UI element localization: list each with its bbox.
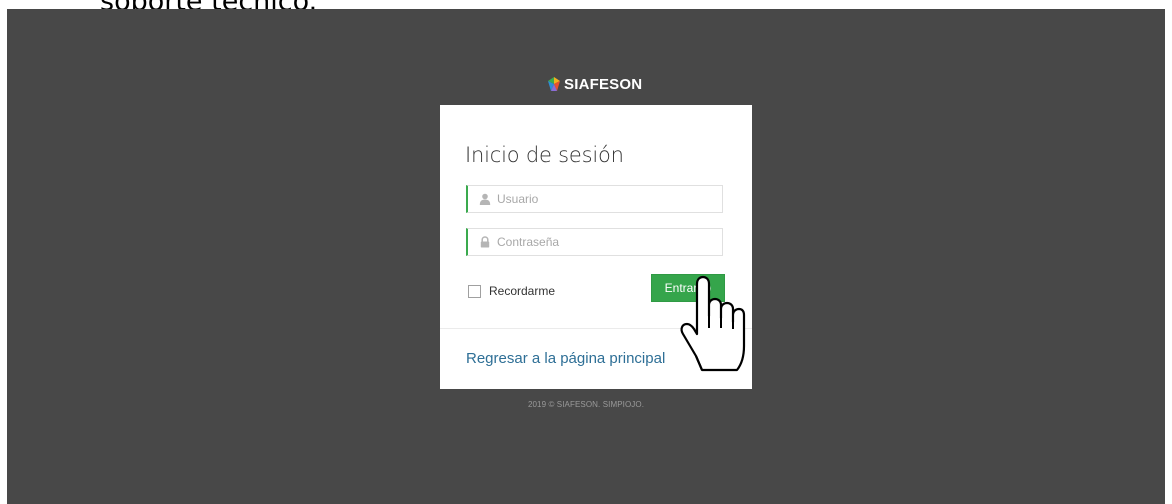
remember-me[interactable]: Recordarme <box>468 284 555 298</box>
login-title: Inicio de sesión <box>465 143 624 167</box>
brand: SIAFESON <box>547 73 642 95</box>
username-input[interactable] <box>497 186 722 212</box>
password-field <box>466 228 723 256</box>
login-card: Inicio de sesión Recordarme Entrar Regre… <box>440 105 752 389</box>
arrow-circle-right-icon <box>700 282 711 294</box>
user-icon <box>479 193 491 205</box>
back-to-home-link[interactable]: Regresar a la página principal <box>466 350 665 367</box>
submit-label: Entrar <box>664 281 698 295</box>
brand-name: SIAFESON <box>564 75 643 93</box>
username-field <box>466 185 723 213</box>
footer-copyright: 2019 © SIAFESON. SIMPIOJO. <box>527 400 645 409</box>
password-input[interactable] <box>497 229 722 255</box>
remember-label: Recordarme <box>489 284 556 298</box>
submit-button[interactable]: Entrar <box>651 274 725 302</box>
remember-checkbox[interactable] <box>468 284 481 298</box>
lock-icon <box>480 236 490 248</box>
card-divider <box>440 328 752 329</box>
siafeson-logo-icon <box>548 77 560 91</box>
